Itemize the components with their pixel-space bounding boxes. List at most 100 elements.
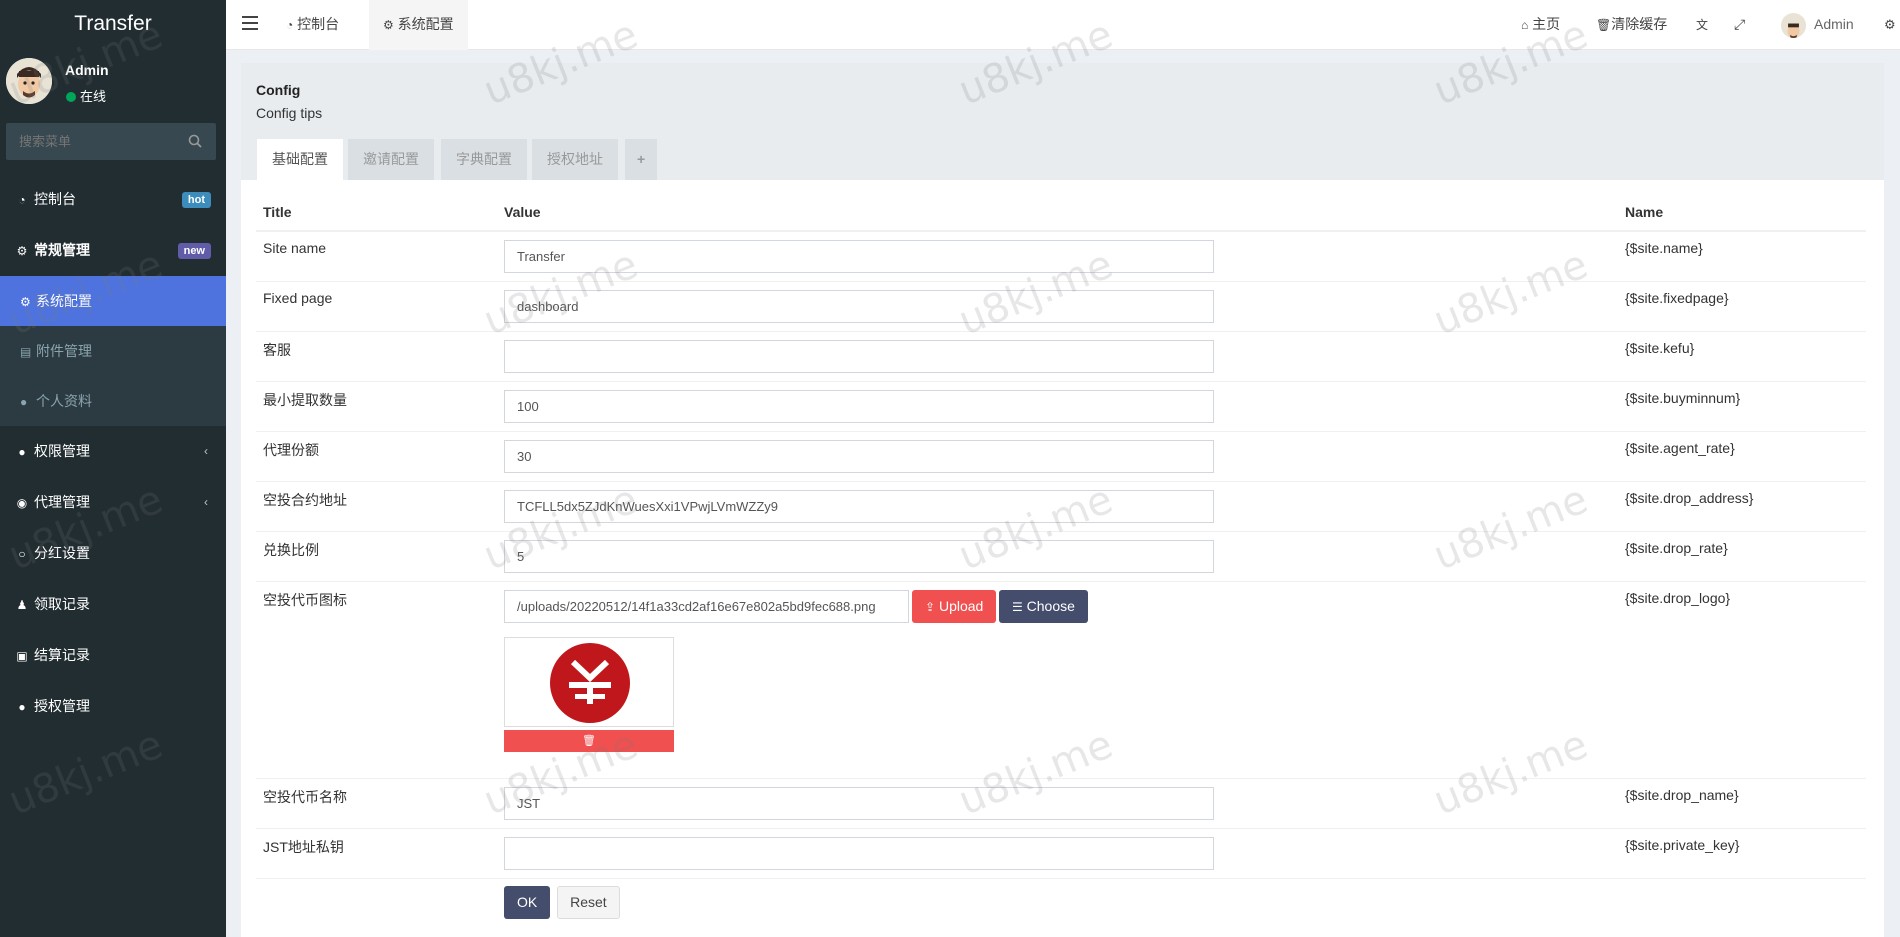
row-title: 最小提取数量 bbox=[256, 380, 497, 431]
sidebar-item-license[interactable]: ● 授权管理 bbox=[0, 681, 226, 732]
settings-cogs-icon[interactable]: ⚙ bbox=[1884, 0, 1896, 50]
row-varname: {$site.private_key} bbox=[1618, 827, 1866, 878]
panel-body: Title Value Name Site name {$site.name} … bbox=[241, 180, 1884, 937]
kefu-input[interactable] bbox=[504, 339, 1214, 373]
sidebar-item-auth[interactable]: ● 权限管理 ‹ bbox=[0, 426, 226, 477]
users-icon: ♟ bbox=[16, 598, 28, 612]
group-icon: ● bbox=[18, 700, 26, 714]
table-row: 空投合约地址 {$site.drop_address} bbox=[256, 480, 1866, 531]
upload-icon: ⇪ bbox=[925, 599, 936, 614]
money-icon: ▣ bbox=[16, 649, 28, 663]
home-icon: ⌂ bbox=[1521, 18, 1529, 32]
column-value: Value bbox=[497, 194, 1618, 232]
table-row: JST地址私钥 {$site.private_key} bbox=[256, 827, 1866, 878]
clear-cache-button[interactable]: 🗑清除缓存 bbox=[1596, 0, 1667, 50]
row-title: Fixed page bbox=[256, 280, 497, 331]
main-content: Config Config tips 基础配置 邀请配置 字典配置 授权地址 +… bbox=[241, 63, 1884, 937]
gear-icon: ⚙ bbox=[20, 295, 31, 309]
drop-address-input[interactable] bbox=[504, 489, 1214, 523]
file-image-icon: ▤ bbox=[20, 345, 32, 359]
menu-search bbox=[6, 123, 216, 160]
search-icon[interactable] bbox=[188, 134, 202, 148]
row-title: 代理份额 bbox=[256, 430, 497, 481]
tab-sysconfig[interactable]: ⚙ 系统配置 bbox=[369, 0, 468, 50]
drop-name-input[interactable] bbox=[504, 786, 1214, 820]
row-varname: {$site.fixedpage} bbox=[1618, 280, 1866, 331]
tab-basic-config[interactable]: 基础配置 bbox=[257, 139, 343, 180]
chevron-left-icon: ‹ bbox=[204, 495, 208, 509]
avatar bbox=[1781, 12, 1806, 38]
row-title: 空投合约地址 bbox=[256, 480, 497, 531]
sidebar-menu: ◔ 控制台 hot ⚙ 常规管理 new ⚙ 系统配置 ▤ 附件管理 ● 个人资料 ● 权限… bbox=[0, 174, 226, 732]
drop-rate-input[interactable] bbox=[504, 539, 1214, 573]
new-badge: new bbox=[177, 243, 211, 259]
panel-tips: Config tips bbox=[256, 105, 323, 121]
min-withdraw-input[interactable] bbox=[504, 389, 1214, 423]
table-row: 空投代币名称 {$site.drop_name} bbox=[256, 777, 1866, 828]
jst-logo-icon bbox=[550, 642, 630, 723]
sidebar: Transfer Admin 在线 ◔控制台 hot ⚙常规管理 new ⚙系统… bbox=[0, 0, 226, 937]
list-icon: ☰ bbox=[1012, 599, 1023, 614]
ok-button[interactable]: OK bbox=[504, 885, 551, 919]
cogs-icon: ⚙ bbox=[16, 244, 28, 258]
upload-field: ⇪ Upload ☰ Choose bbox=[504, 589, 1611, 778]
trash-icon: 🗑 bbox=[582, 734, 596, 747]
row-varname: {$site.drop_address} bbox=[1618, 480, 1866, 531]
group-icon: ● bbox=[18, 445, 26, 459]
sidebar-item-profile[interactable]: ● 个人资料 bbox=[0, 376, 226, 426]
top-header: ◔ 控制台 ⚙ 系统配置 ⌂ 主页 🗑清除缓存 文 ⤢ Admin ⚙ bbox=[226, 0, 1900, 50]
user-icon: ● bbox=[20, 395, 28, 409]
config-table: Title Value Name Site name {$site.name} … bbox=[256, 194, 1866, 919]
user-menu[interactable]: Admin bbox=[1781, 0, 1854, 50]
column-name: Name bbox=[1618, 194, 1866, 232]
sidebar-item-settlement[interactable]: ▣ 结算记录 bbox=[0, 630, 226, 681]
add-tab-button[interactable]: + bbox=[625, 139, 658, 180]
dashboard-icon: ◔ bbox=[286, 18, 294, 32]
table-row: 最小提取数量 {$site.buyminnum} bbox=[256, 380, 1866, 431]
logo-preview bbox=[504, 636, 674, 727]
app-logo[interactable]: Transfer bbox=[0, 0, 226, 50]
row-title: 兑换比例 bbox=[256, 530, 497, 581]
tab-dashboard[interactable]: ◔ 控制台 bbox=[272, 0, 353, 50]
private-key-input[interactable] bbox=[504, 836, 1214, 870]
sidebar-item-dividend[interactable]: ○ 分红设置 bbox=[0, 528, 226, 579]
row-varname: {$site.drop_logo} bbox=[1618, 580, 1866, 778]
sidebar-item-sysconfig[interactable]: ⚙ 系统配置 bbox=[0, 276, 226, 326]
panel-title: Config bbox=[256, 82, 301, 98]
gear-icon: ⚙ bbox=[383, 18, 394, 32]
form-actions-row: OK Reset bbox=[256, 877, 1866, 919]
menu-search-input[interactable] bbox=[6, 123, 176, 160]
user-panel: Admin 在线 bbox=[0, 50, 226, 120]
user-name: Admin bbox=[65, 62, 109, 78]
table-row: 兑换比例 {$site.drop_rate} bbox=[256, 530, 1866, 581]
delete-image-button[interactable]: 🗑 bbox=[504, 729, 674, 752]
sidebar-item-dashboard[interactable]: ◔ 控制台 hot bbox=[0, 174, 226, 225]
site-name-input[interactable] bbox=[504, 240, 1214, 273]
drop-logo-input[interactable] bbox=[504, 589, 909, 623]
row-varname: {$site.drop_rate} bbox=[1618, 530, 1866, 581]
fullscreen-icon[interactable]: ⤢ bbox=[1734, 0, 1745, 50]
sidebar-item-claims[interactable]: ♟ 领取记录 bbox=[0, 579, 226, 630]
row-title: JST地址私钥 bbox=[256, 827, 497, 878]
agent-rate-input[interactable] bbox=[504, 439, 1214, 473]
row-title: 客服 bbox=[256, 330, 497, 381]
choose-button[interactable]: ☰ Choose bbox=[999, 589, 1088, 623]
row-varname: {$site.buyminnum} bbox=[1618, 380, 1866, 431]
circle-o-icon: ○ bbox=[18, 547, 26, 561]
fixed-page-input[interactable] bbox=[504, 289, 1214, 323]
reset-button[interactable]: Reset bbox=[557, 885, 620, 919]
column-title: Title bbox=[256, 194, 497, 232]
tab-dict-config[interactable]: 字典配置 bbox=[441, 139, 527, 180]
hamburger-icon[interactable] bbox=[242, 16, 258, 30]
table-row: Site name {$site.name} bbox=[256, 230, 1866, 281]
user-status: 在线 bbox=[66, 86, 106, 105]
translate-icon[interactable]: 文 bbox=[1696, 0, 1708, 50]
upload-button[interactable]: ⇪ Upload bbox=[912, 589, 997, 623]
online-dot-icon bbox=[66, 92, 76, 102]
tab-auth-address[interactable]: 授权地址 bbox=[532, 139, 618, 180]
sidebar-item-agent[interactable]: ◉ 代理管理 ‹ bbox=[0, 477, 226, 528]
home-link[interactable]: ⌂ 主页 bbox=[1521, 0, 1560, 50]
sidebar-item-general[interactable]: ⚙ 常规管理 new bbox=[0, 225, 226, 276]
tab-invite-config[interactable]: 邀请配置 bbox=[348, 139, 434, 180]
sidebar-item-attachment[interactable]: ▤ 附件管理 bbox=[0, 326, 226, 376]
